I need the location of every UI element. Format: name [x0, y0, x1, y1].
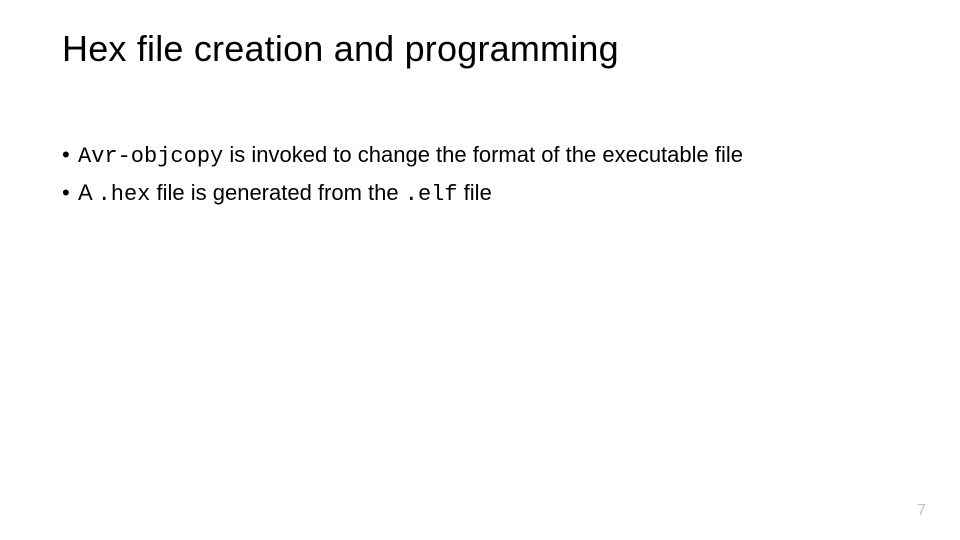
bullet-text-fragment: file is generated from the	[150, 180, 404, 205]
code-hex: .hex	[98, 182, 151, 207]
bullet-item: • Avr-objcopy is invoked to change the f…	[62, 140, 892, 172]
bullet-text-fragment: A	[78, 180, 98, 205]
slide-body: • Avr-objcopy is invoked to change the f…	[62, 140, 892, 215]
bullet-text-fragment: file	[458, 180, 492, 205]
bullet-text: A .hex file is generated from the .elf f…	[78, 178, 892, 210]
bullet-text: Avr-objcopy is invoked to change the for…	[78, 140, 892, 172]
bullet-dot-icon: •	[62, 178, 78, 208]
code-elf: .elf	[405, 182, 458, 207]
bullet-text-fragment: is invoked to change the format of the e…	[223, 142, 743, 167]
code-avr-objcopy: Avr-objcopy	[78, 144, 223, 169]
page-number: 7	[917, 502, 926, 520]
bullet-item: • A .hex file is generated from the .elf…	[62, 178, 892, 210]
bullet-dot-icon: •	[62, 140, 78, 170]
slide: Hex file creation and programming • Avr-…	[0, 0, 960, 540]
slide-title: Hex file creation and programming	[62, 28, 619, 70]
